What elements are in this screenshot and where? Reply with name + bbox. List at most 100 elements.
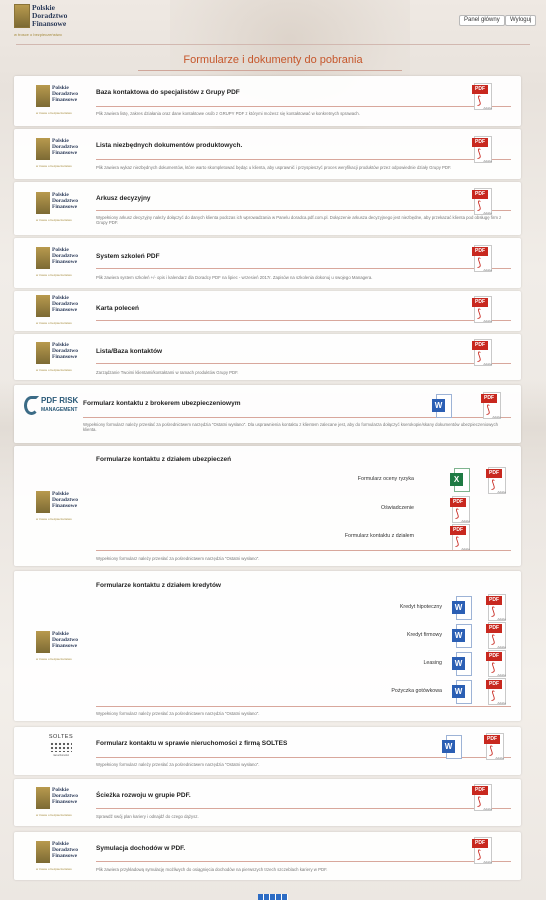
document-card: PDF RISK MANAGEMENT Formularz kontaktu z … [14, 385, 521, 443]
page-title: Formularze i dokumenty do pobrania [183, 54, 363, 66]
site-logo[interactable]: Polskie Doradztwo Finansowe w trosce o bez… [14, 4, 74, 40]
logo-emblem-icon [36, 841, 50, 863]
form-label: Formularz kontaktu z działem [344, 533, 414, 539]
pdf-logo: Polskie Doradztwo Finansowe w trosce o bezp… [36, 787, 78, 817]
pdf-download-icon[interactable]: PDF ⟆ Adobe [486, 622, 508, 650]
card-title: Symulacja dochodów w PDF. [96, 845, 186, 852]
card-description: Wypełniony formularz należy przesłać za … [96, 711, 260, 716]
soltes-emblem-icon [50, 742, 72, 752]
card-description: Plik zawiera przykładową symulację możli… [96, 867, 328, 872]
pdf-download-icon[interactable]: PDF ⟆ Adobe [486, 467, 508, 495]
swirl-icon [24, 396, 39, 415]
word-download-icon[interactable]: W [442, 735, 462, 759]
card-divider [96, 363, 511, 364]
document-card: Polskie Doradztwo Finansowe w trosce o bezp… [14, 182, 521, 235]
logo-emblem-icon [36, 192, 50, 214]
panel-button[interactable]: Panel główny [459, 15, 505, 26]
card-divider [96, 861, 511, 862]
document-card: Polskie Doradztwo Finansowe w trosce o bezp… [14, 832, 521, 880]
document-card: Polskie Doradztwo Finansowe w trosce o bezp… [14, 238, 521, 288]
word-download-icon[interactable]: W [452, 680, 472, 704]
card-description: Plik zawiera listę, zakres działania ora… [96, 111, 360, 116]
bottom-toolbar[interactable] [258, 894, 288, 900]
form-label: Kredyt hipoteczny [399, 604, 442, 610]
document-card: SOLTES nieruchomości Formularz kontaktu w… [14, 727, 521, 775]
document-card: Polskie Doradztwo Finansowe w trosce o bezp… [14, 334, 521, 380]
card-description: Sprawdź swój plan kariery i odnajdź do c… [96, 814, 199, 819]
pdf-download-icon[interactable]: PDF ⟆ Adobe [486, 650, 508, 678]
pdf-download-icon[interactable]: PDF ⟆ Adobe [481, 392, 503, 420]
pdf-download-icon[interactable]: PDF ⟆ Adobe [472, 188, 494, 216]
pdf-logo: Polskie Doradztwo Finansowe w trosce o bezp… [36, 841, 78, 871]
logo-emblem-icon [36, 491, 50, 513]
logo-emblem-icon [36, 342, 50, 364]
pdf-download-icon[interactable]: PDF ⟆ Adobe [486, 594, 508, 622]
card-title: System szkoleń PDF [96, 253, 160, 260]
pdf-logo: Polskie Doradztwo Finansowe w trosce o bezp… [36, 247, 78, 277]
card-divider [96, 210, 511, 211]
pdf-download-icon[interactable]: PDF ⟆ Adobe [472, 784, 494, 812]
logout-button[interactable]: Wyloguj [505, 15, 537, 26]
card-title: Arkusz decyzyjny [96, 195, 151, 202]
card-divider [96, 268, 511, 269]
pdf-download-icon[interactable]: PDF ⟆ Adobe [472, 136, 494, 164]
card-title: Karta poleceń [96, 305, 139, 312]
card-divider [96, 106, 511, 107]
pdf-logo: Polskie Doradztwo Finansowe w trosce o bezp… [36, 192, 78, 222]
document-card: Polskie Doradztwo Finansowe w trosce o bezp… [14, 571, 521, 721]
card-divider [96, 159, 511, 160]
card-title: Formularze kontaktu z działem ubezpiecze… [96, 456, 232, 463]
pdf-logo: Polskie Doradztwo Finansowe w trosce o bezp… [36, 631, 78, 661]
card-title: Ścieżka rozwoju w grupie PDF. [96, 792, 191, 799]
card-divider [96, 320, 511, 321]
form-label: Oświadczenie [381, 505, 414, 511]
header: Polskie Doradztwo Finansowe w trosce o bez… [0, 0, 546, 46]
document-card: Polskie Doradztwo Finansowe w trosce o bezp… [14, 291, 521, 331]
header-divider [16, 44, 530, 45]
form-label: Kredyt firmowy [406, 632, 442, 638]
pdf-logo: Polskie Doradztwo Finansowe w trosce o bezp… [36, 85, 78, 115]
logo-emblem-icon [36, 247, 50, 269]
card-description: Wypełniony formularz należy przesłać za … [83, 422, 498, 433]
pdf-download-icon[interactable]: PDF ⟆ Adobe [472, 83, 494, 111]
title-underline [138, 70, 402, 71]
card-description: Plik zawiera system szkoleń +/- opis i k… [96, 275, 373, 280]
pdf-download-icon[interactable]: PDF ⟆ Adobe [450, 524, 472, 552]
card-description: Plik zawiera wykaz niezbędnych dokumentó… [96, 165, 452, 170]
logo-text: Polskie Doradztwo Finansowe [32, 3, 68, 28]
logo-emblem-icon [36, 138, 50, 160]
pdf-risk-logo: PDF RISK MANAGEMENT [24, 395, 90, 417]
excel-download-icon[interactable]: X [450, 468, 470, 492]
pdf-download-icon[interactable]: PDF ⟆ Adobe [472, 245, 494, 273]
pdf-logo: Polskie Doradztwo Finansowe w trosce o bezp… [36, 295, 78, 325]
card-title: Lista/Baza kontaktów [96, 348, 163, 355]
document-card: Polskie Doradztwo Finansowe w trosce o bezp… [14, 446, 521, 566]
form-label: Leasing [423, 660, 442, 666]
logo-emblem-icon [36, 631, 50, 653]
soltes-logo: SOLTES nieruchomości [48, 734, 74, 757]
logo-emblem-icon [36, 85, 50, 107]
card-title: Formularz kontaktu w sprawie nieruchomoś… [96, 740, 288, 747]
pdf-logo: Polskie Doradztwo Finansowe w trosce o bezp… [36, 491, 78, 521]
pdf-download-icon[interactable]: PDF ⟆ Adobe [472, 339, 494, 367]
word-download-icon[interactable]: W [432, 394, 452, 418]
card-description: Zarządzanie Twoimi klientami/kontaktami … [96, 370, 239, 375]
word-download-icon[interactable]: W [452, 624, 472, 648]
logo-tagline: w trosce o bezpieczeństwo [14, 32, 62, 37]
card-divider [96, 706, 511, 707]
card-title: Lista niezbędnych dokumentów produktowyc… [96, 142, 243, 149]
pdf-download-icon[interactable]: PDF ⟆ Adobe [450, 496, 472, 524]
pdf-download-icon[interactable]: PDF ⟆ Adobe [472, 837, 494, 865]
pdf-download-icon[interactable]: PDF ⟆ Adobe [486, 678, 508, 706]
card-description: Wypełniony formularz należy przesłać za … [96, 556, 260, 561]
card-divider [96, 808, 511, 809]
pdf-download-icon[interactable]: PDF ⟆ Adobe [472, 296, 494, 324]
card-title: Formularz kontaktu z brokerem ubezpiecze… [83, 400, 241, 407]
document-card: Polskie Doradztwo Finansowe w trosce o bezp… [14, 129, 521, 179]
word-download-icon[interactable]: W [452, 652, 472, 676]
word-download-icon[interactable]: W [452, 596, 472, 620]
card-title: Baza kontaktowa do specjalistów z Grupy … [96, 89, 240, 96]
document-card: Polskie Doradztwo Finansowe w trosce o bezp… [14, 76, 521, 126]
pdf-download-icon[interactable]: PDF ⟆ Adobe [484, 733, 506, 761]
card-divider [96, 550, 511, 551]
